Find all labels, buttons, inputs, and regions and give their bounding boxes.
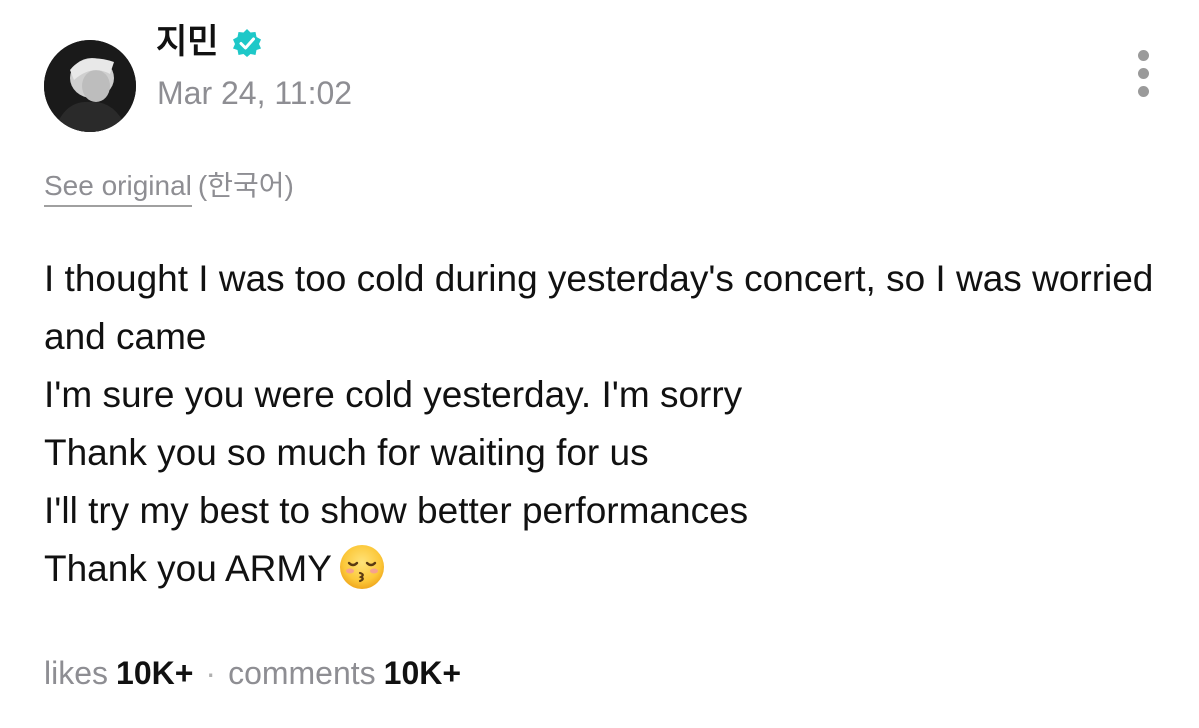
translation-row: See original (한국어) [44,168,294,207]
likes-count[interactable]: 10K+ [116,655,193,691]
post-body: I thought I was too cold during yesterda… [44,250,1164,598]
comments-label[interactable]: comments [228,655,376,691]
more-dot-icon [1138,86,1149,97]
body-line-last: Thank you ARMY [44,540,1164,598]
more-dot-icon [1138,50,1149,61]
kissing-face-closed-eyes-icon [339,545,384,589]
see-original-link[interactable]: See original [44,170,192,207]
post-timestamp: Mar 24, 11:02 [157,75,353,111]
post-stats: likes 10K+ · comments 10K+ [44,652,461,694]
body-line: I thought I was too cold during yesterda… [44,258,1154,357]
verified-badge-icon [233,29,261,57]
more-dot-icon [1138,68,1149,79]
comments-count[interactable]: 10K+ [384,655,461,691]
stats-separator: · [205,655,217,691]
author-avatar[interactable] [44,40,136,132]
post-card: 지민 Mar 24, 11:02 See original (한국어) I tho… [0,0,1199,728]
body-line: I'm sure you were cold yesterday. I'm so… [44,374,743,415]
author-name[interactable]: 지민 [156,20,219,64]
likes-label[interactable]: likes [44,655,108,691]
body-line: I'll try my best to show better performa… [44,490,749,531]
more-options-button[interactable] [1128,44,1160,104]
body-line: Thank you so much for waiting for us [44,432,649,473]
original-language: (한국어) [197,170,294,201]
body-line: Thank you ARMY [44,548,332,589]
avatar-photo [44,40,136,132]
